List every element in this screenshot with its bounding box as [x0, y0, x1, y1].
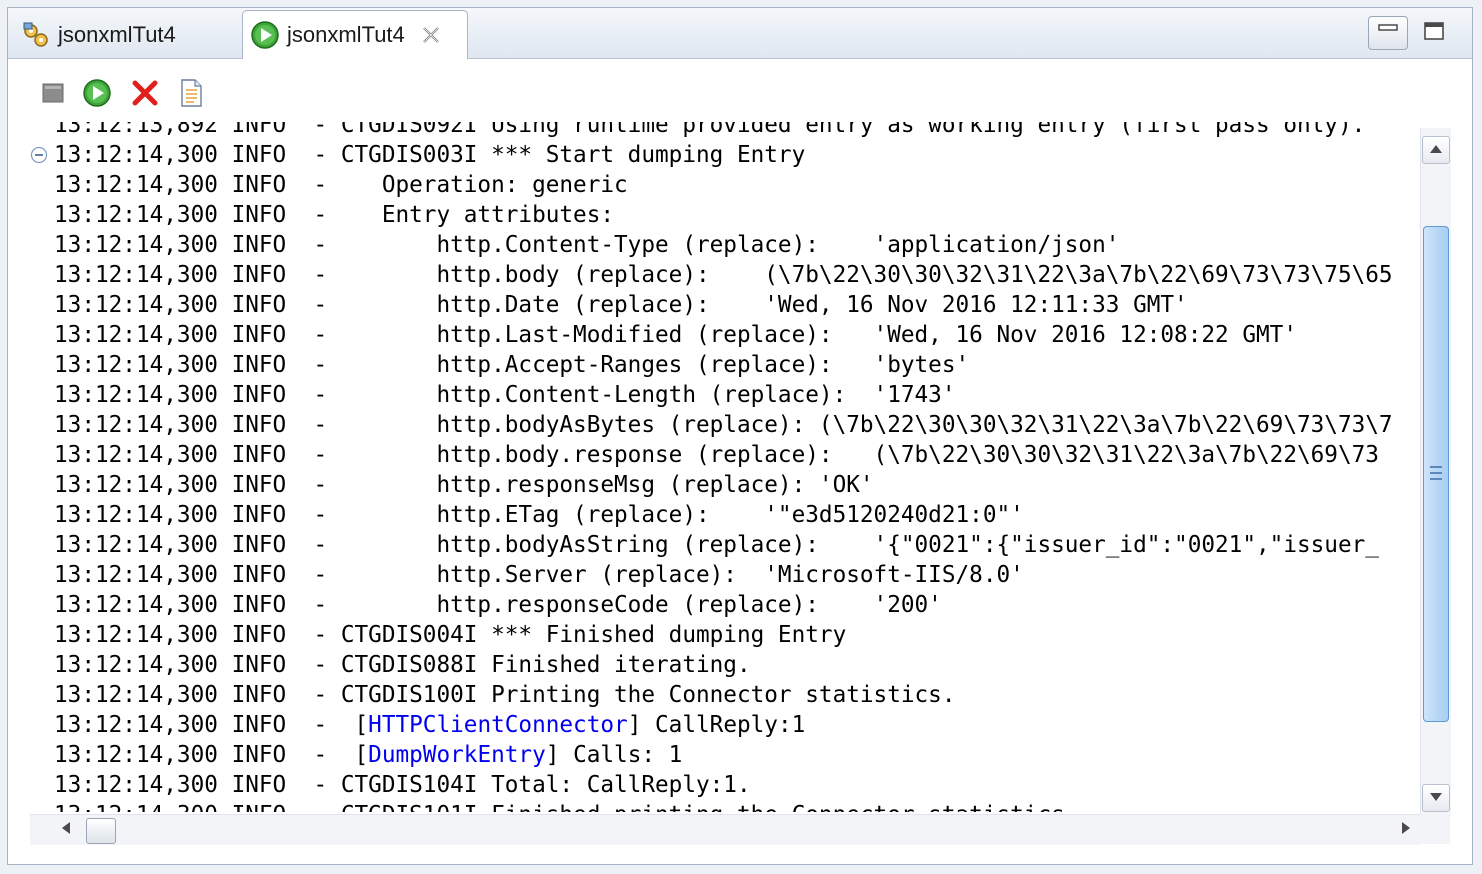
- scroll-right-button[interactable]: [1392, 815, 1420, 845]
- tab-label: jsonxmlTut4: [287, 22, 405, 47]
- chevron-up-icon: [1429, 141, 1443, 159]
- log-line: 13:12:14,300 INFO - http.body.response (…: [54, 442, 1379, 468]
- minimize-icon: [1377, 23, 1399, 44]
- chevron-right-icon: [1401, 821, 1411, 840]
- log-line: 13:12:14,300 INFO - [HTTPClientConnector…: [54, 710, 805, 740]
- red-x-icon: [131, 79, 159, 112]
- console-toolbar: [8, 60, 1472, 122]
- horizontal-scroll-thumb[interactable]: [86, 818, 116, 844]
- log-line-suffix: ] Calls: 1: [545, 742, 683, 768]
- log-line-prefix: 13:12:14,300 INFO - [: [54, 742, 369, 768]
- document-icon: [178, 78, 204, 113]
- log-file-button[interactable]: [176, 78, 206, 113]
- maximize-button[interactable]: [1414, 16, 1454, 50]
- run-green-icon: [249, 19, 281, 51]
- log-line: 13:12:14,300 INFO - http.Content-Length …: [54, 382, 956, 408]
- log-line: 13:12:14,300 INFO - CTGDIS104I Total: Ca…: [54, 772, 751, 798]
- log-line: 13:12:13,892 INFO - CTGDIS092I Using run…: [54, 122, 1366, 138]
- collapse-fold-icon[interactable]: [30, 146, 48, 164]
- log-line: 13:12:14,300 INFO - http.Accept-Ranges (…: [54, 352, 970, 378]
- horizontal-scrollbar[interactable]: [30, 814, 1420, 845]
- console-view-window: jsonxmlTut4 jsonxmlTut4 13:12:13,892 INF…: [7, 7, 1473, 865]
- vertical-scrollbar[interactable]: [1420, 128, 1451, 816]
- close-button[interactable]: [130, 80, 160, 110]
- log-line: 13:12:14,300 INFO - CTGDIS003I *** Start…: [54, 142, 806, 168]
- tab-running-assembly-line[interactable]: jsonxmlTut4: [242, 10, 468, 59]
- log-line: 13:12:14,300 INFO - http.Date (replace):…: [54, 292, 1188, 318]
- log-line: 13:12:14,300 INFO - CTGDIS088I Finished …: [54, 652, 751, 678]
- maximize-icon: [1423, 21, 1445, 46]
- log-line: 13:12:14,300 INFO - http.bodyAsBytes (re…: [54, 412, 1393, 438]
- log-line: 13:12:14,300 INFO - http.responseMsg (re…: [54, 472, 874, 498]
- log-line: 13:12:14,300 INFO - http.Last-Modified (…: [54, 322, 1297, 348]
- connector-link[interactable]: DumpWorkEntry: [368, 742, 546, 768]
- scroll-left-button[interactable]: [52, 815, 80, 845]
- play-green-icon: [82, 78, 112, 113]
- vertical-scroll-thumb[interactable]: [1423, 226, 1449, 722]
- log-line: 13:12:14,300 INFO - CTGDIS004I *** Finis…: [54, 622, 847, 648]
- log-line: 13:12:14,300 INFO - CTGDIS100I Printing …: [54, 682, 956, 708]
- log-line: 13:12:14,300 INFO - [DumpWorkEntry] Call…: [54, 740, 682, 770]
- log-line: 13:12:14,300 INFO - Operation: generic: [54, 172, 628, 198]
- run-button[interactable]: [82, 78, 112, 113]
- console-output[interactable]: 13:12:13,892 INFO - CTGDIS092I Using run…: [30, 122, 1420, 812]
- scrollbar-corner: [1420, 814, 1450, 844]
- log-line-prefix: 13:12:14,300 INFO - [: [54, 712, 369, 738]
- tab-label: jsonxmlTut4: [58, 22, 176, 47]
- close-tab-icon[interactable]: [419, 23, 443, 47]
- tab-bar: jsonxmlTut4 jsonxmlTut4: [8, 8, 1472, 59]
- log-line-suffix: ] CallReply:1: [627, 712, 806, 738]
- log-line: 13:12:14,300 INFO - http.responseCode (r…: [54, 592, 942, 618]
- log-line: 13:12:14,300 INFO - http.body (replace):…: [54, 262, 1393, 288]
- log-line: 13:12:14,300 INFO - http.ETag (replace):…: [54, 502, 1024, 528]
- scroll-down-button[interactable]: [1422, 784, 1450, 812]
- scroll-up-button[interactable]: [1422, 136, 1450, 164]
- connector-link[interactable]: HTTPClientConnector: [368, 712, 628, 738]
- log-line: 13:12:14,300 INFO - CTGDIS101I Finished …: [54, 800, 1078, 812]
- log-line: 13:12:14,300 INFO - http.Server (replace…: [54, 562, 1024, 588]
- stop-button[interactable]: [38, 80, 68, 110]
- log-line: 13:12:14,300 INFO - Entry attributes:: [54, 202, 615, 228]
- chevron-left-icon: [61, 821, 71, 840]
- chevron-down-icon: [1429, 789, 1443, 807]
- minimize-button[interactable]: [1368, 16, 1408, 50]
- log-line: 13:12:14,300 INFO - http.Content-Type (r…: [54, 232, 1120, 258]
- assembly-line-icon: [20, 19, 52, 51]
- stop-square-icon: [40, 80, 66, 111]
- tab-assembly-line[interactable]: jsonxmlTut4: [14, 12, 240, 58]
- log-line: 13:12:14,300 INFO - http.bodyAsString (r…: [54, 532, 1379, 558]
